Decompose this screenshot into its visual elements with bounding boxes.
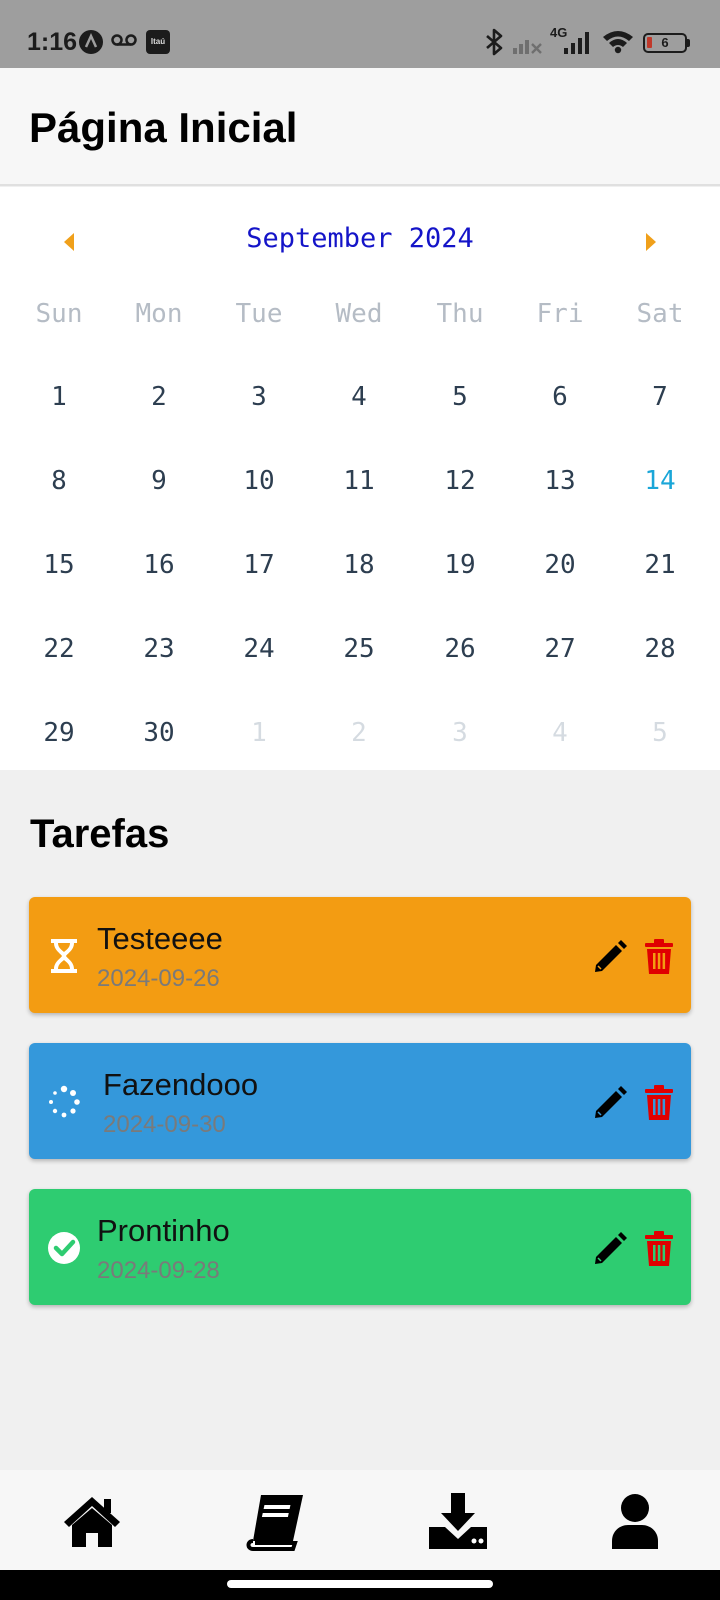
weekday-label: Mon: [135, 299, 183, 329]
task-date: 2024-09-26: [97, 965, 220, 992]
calendar-day[interactable]: 30: [109, 703, 209, 763]
calendar-day[interactable]: 10: [209, 451, 309, 511]
calendar-day[interactable]: 1: [9, 367, 109, 427]
calendar-day[interactable]: 13: [510, 451, 610, 511]
battery-icon: 6: [643, 33, 690, 53]
tasks-section-title: Tarefas: [30, 812, 170, 856]
nav-download-button[interactable]: [425, 1492, 491, 1552]
weekday-label: Wed: [335, 299, 383, 329]
user-icon: [612, 1494, 658, 1549]
calendar-day[interactable]: 7: [610, 367, 710, 427]
check-circle-icon: [48, 1232, 80, 1264]
gesture-area: [0, 1570, 720, 1600]
calendar-day[interactable]: 17: [209, 535, 309, 595]
status-time: 1:16: [27, 28, 78, 56]
signal-off-icon: [513, 40, 542, 54]
calendar-day[interactable]: 29: [9, 703, 109, 763]
calendar-day[interactable]: 22: [9, 619, 109, 679]
nav-book-button[interactable]: [243, 1492, 309, 1552]
task-title: Prontinho: [97, 1213, 230, 1248]
calendar-day[interactable]: 6: [510, 367, 610, 427]
calendar-day[interactable]: 23: [109, 619, 209, 679]
weekday-label: Fri: [536, 299, 584, 329]
calendar-day[interactable]: 9: [109, 451, 209, 511]
pencil-icon[interactable]: [592, 939, 628, 975]
calendar-day[interactable]: 19: [410, 535, 510, 595]
task-title: Fazendooo: [103, 1067, 259, 1102]
itau-app-icon: Itaú: [146, 30, 170, 54]
app-a-icon: [79, 30, 103, 54]
home-icon: [64, 1497, 120, 1547]
calendar-day[interactable]: 2: [109, 367, 209, 427]
nav-profile-button[interactable]: [602, 1492, 668, 1552]
calendar-day-today[interactable]: 14: [610, 451, 710, 511]
voicemail-icon: [111, 34, 137, 46]
signal-4g-icon: [564, 32, 589, 54]
trash-icon[interactable]: [644, 1085, 674, 1121]
calendar-day[interactable]: 21: [610, 535, 710, 595]
calendar-day[interactable]: 26: [410, 619, 510, 679]
task-date: 2024-09-28: [97, 1257, 220, 1284]
task-title: Testeeee: [97, 921, 223, 956]
weekday-label: Tue: [235, 299, 283, 329]
home-gesture-bar[interactable]: [227, 1580, 493, 1588]
hourglass-icon: [51, 939, 77, 973]
calendar-day[interactable]: 3: [209, 367, 309, 427]
trash-icon[interactable]: [644, 939, 674, 975]
calendar-day-next-month[interactable]: 4: [510, 703, 610, 763]
wifi-icon: [603, 31, 633, 54]
battery-level: 6: [661, 35, 669, 50]
calendar-month-label[interactable]: September 2024: [0, 223, 720, 254]
calendar: September 2024 Sun Mon Tue Wed Thu Fri S…: [0, 187, 720, 770]
calendar-day[interactable]: 11: [309, 451, 409, 511]
calendar-day[interactable]: 5: [410, 367, 510, 427]
calendar-day[interactable]: 12: [410, 451, 510, 511]
weekday-label: Thu: [436, 299, 484, 329]
calendar-day[interactable]: 4: [309, 367, 409, 427]
pencil-icon[interactable]: [592, 1231, 628, 1267]
calendar-day-next-month[interactable]: 3: [410, 703, 510, 763]
calendar-day[interactable]: 25: [309, 619, 409, 679]
calendar-day[interactable]: 28: [610, 619, 710, 679]
bottom-navigation: [0, 1470, 720, 1570]
task-card[interactable]: Testeeee 2024-09-26: [29, 897, 691, 1013]
status-bar: 1:16 Itaú 4G 6: [0, 0, 720, 68]
calendar-day[interactable]: 15: [9, 535, 109, 595]
calendar-day[interactable]: 27: [510, 619, 610, 679]
book-icon: [246, 1495, 303, 1551]
calendar-day[interactable]: 16: [109, 535, 209, 595]
app-header: Página Inicial: [0, 68, 720, 186]
next-month-button[interactable]: [636, 227, 666, 257]
task-card[interactable]: Fazendooo 2024-09-30: [29, 1043, 691, 1159]
calendar-day-next-month[interactable]: 5: [610, 703, 710, 763]
calendar-day-next-month[interactable]: 1: [209, 703, 309, 763]
weekday-label: Sat: [636, 299, 684, 329]
weekday-label: Sun: [35, 299, 83, 329]
trash-icon[interactable]: [644, 1231, 674, 1267]
calendar-day-next-month[interactable]: 2: [309, 703, 409, 763]
pencil-icon[interactable]: [592, 1085, 628, 1121]
spinner-icon: [49, 1085, 80, 1118]
task-card[interactable]: Prontinho 2024-09-28: [29, 1189, 691, 1305]
bluetooth-icon: [486, 28, 503, 56]
calendar-day[interactable]: 20: [510, 535, 610, 595]
calendar-day[interactable]: 8: [9, 451, 109, 511]
task-date: 2024-09-30: [103, 1111, 226, 1138]
download-icon: [429, 1493, 487, 1549]
calendar-day[interactable]: 24: [209, 619, 309, 679]
calendar-day[interactable]: 18: [309, 535, 409, 595]
caret-right-icon: [646, 233, 656, 251]
nav-home-button[interactable]: [59, 1492, 125, 1552]
page-title: Página Inicial: [29, 104, 298, 151]
